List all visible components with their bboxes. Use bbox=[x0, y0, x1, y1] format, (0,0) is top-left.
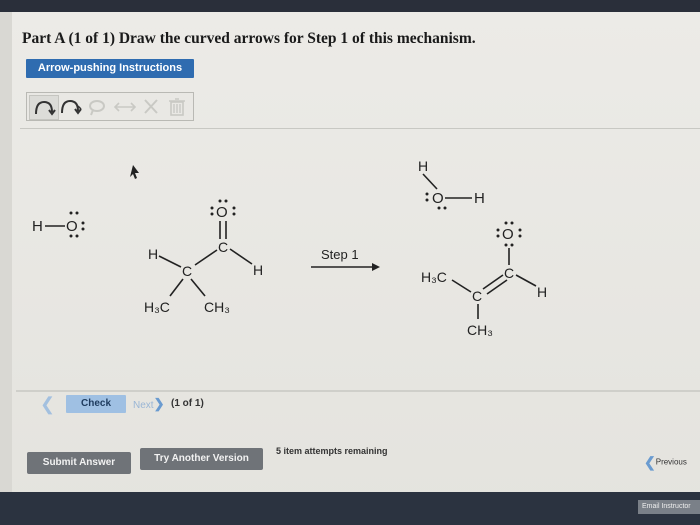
arrow-pushing-instructions-button[interactable]: Arrow-pushing Instructions bbox=[26, 59, 194, 78]
submit-answer-button[interactable]: Submit Answer bbox=[27, 452, 131, 474]
reactant-methyl-right-bond bbox=[190, 278, 206, 297]
product-c-alpha: C bbox=[472, 288, 482, 304]
next-button[interactable]: Next❯ bbox=[133, 395, 164, 413]
delete-x-icon[interactable] bbox=[137, 95, 165, 118]
reactant-methyl-left: H₃C bbox=[144, 299, 170, 315]
product-ch-bond bbox=[515, 274, 537, 287]
previous-chevron-icon: ❮ bbox=[644, 454, 656, 470]
part-progress: (1 of 1) bbox=[171, 398, 204, 409]
water-oh-bond-top bbox=[422, 173, 438, 190]
product-methyl-bottom: CH₃ bbox=[467, 322, 493, 338]
reactant-methyl-left-bond bbox=[169, 278, 184, 297]
reactant-h-left: H bbox=[148, 246, 158, 262]
cursor-icon bbox=[130, 165, 139, 179]
reactant-c-alpha: C bbox=[182, 263, 192, 279]
product-methyl-left-bond bbox=[451, 279, 472, 293]
reactant-o: O bbox=[216, 204, 228, 221]
part-title: Part A (1 of 1) Draw the curved arrows f… bbox=[22, 30, 476, 47]
previous-label: Previous bbox=[655, 457, 687, 467]
top-bar bbox=[0, 0, 700, 12]
hydroxide-h: H bbox=[32, 218, 43, 235]
reactant-methyl-right: CH₃ bbox=[204, 299, 230, 315]
lasso-select-icon[interactable] bbox=[85, 95, 113, 118]
trash-icon[interactable] bbox=[163, 95, 191, 118]
product-cc-double-2 bbox=[486, 279, 508, 295]
bottom-bar bbox=[0, 492, 700, 525]
water-h-top: H bbox=[418, 158, 428, 174]
hydroxide-o: O bbox=[66, 218, 78, 235]
product-o: O bbox=[502, 226, 514, 243]
product-h-right: H bbox=[537, 284, 547, 300]
canvas-divider bbox=[16, 390, 700, 392]
reactant-alpha-h-bond bbox=[158, 255, 182, 268]
product-c-carbonyl: C bbox=[504, 265, 514, 281]
drawing-canvas[interactable]: H O O C H C H H₃C CH₃ Step 1 H O H O C H… bbox=[20, 128, 700, 389]
resonance-arrow-icon[interactable] bbox=[111, 95, 139, 118]
previous-link[interactable]: ❮Previous bbox=[644, 454, 687, 471]
water-o: O bbox=[432, 190, 444, 207]
product-cc-double-1 bbox=[482, 274, 504, 290]
try-another-version-button[interactable]: Try Another Version bbox=[140, 448, 263, 470]
attempts-remaining: 5 item attempts remaining bbox=[276, 446, 388, 456]
double-curved-arrow-icon[interactable] bbox=[57, 95, 85, 118]
reactant-h-right: H bbox=[253, 262, 263, 278]
reactant-ch-bond bbox=[229, 248, 253, 265]
next-label: Next bbox=[133, 400, 154, 411]
water-h-right: H bbox=[474, 190, 485, 207]
step-arrow-head bbox=[372, 263, 380, 271]
next-chevron-icon: ❯ bbox=[153, 396, 165, 411]
reactant-cc-bond bbox=[194, 249, 218, 266]
drawing-toolbar bbox=[26, 92, 194, 121]
single-curved-arrow-icon[interactable] bbox=[29, 95, 59, 120]
email-instructor-button[interactable]: Email Instructor bbox=[638, 500, 700, 514]
product-methyl-left: H₃C bbox=[421, 269, 447, 285]
reactant-c-carbonyl: C bbox=[218, 239, 228, 255]
check-button[interactable]: Check bbox=[66, 395, 126, 413]
mechanism-drawing: H O O C H C H H₃C CH₃ Step 1 H O H O C H… bbox=[32, 158, 547, 338]
previous-part-chevron-icon[interactable]: ❮ bbox=[40, 394, 56, 414]
step-label: Step 1 bbox=[321, 247, 359, 262]
